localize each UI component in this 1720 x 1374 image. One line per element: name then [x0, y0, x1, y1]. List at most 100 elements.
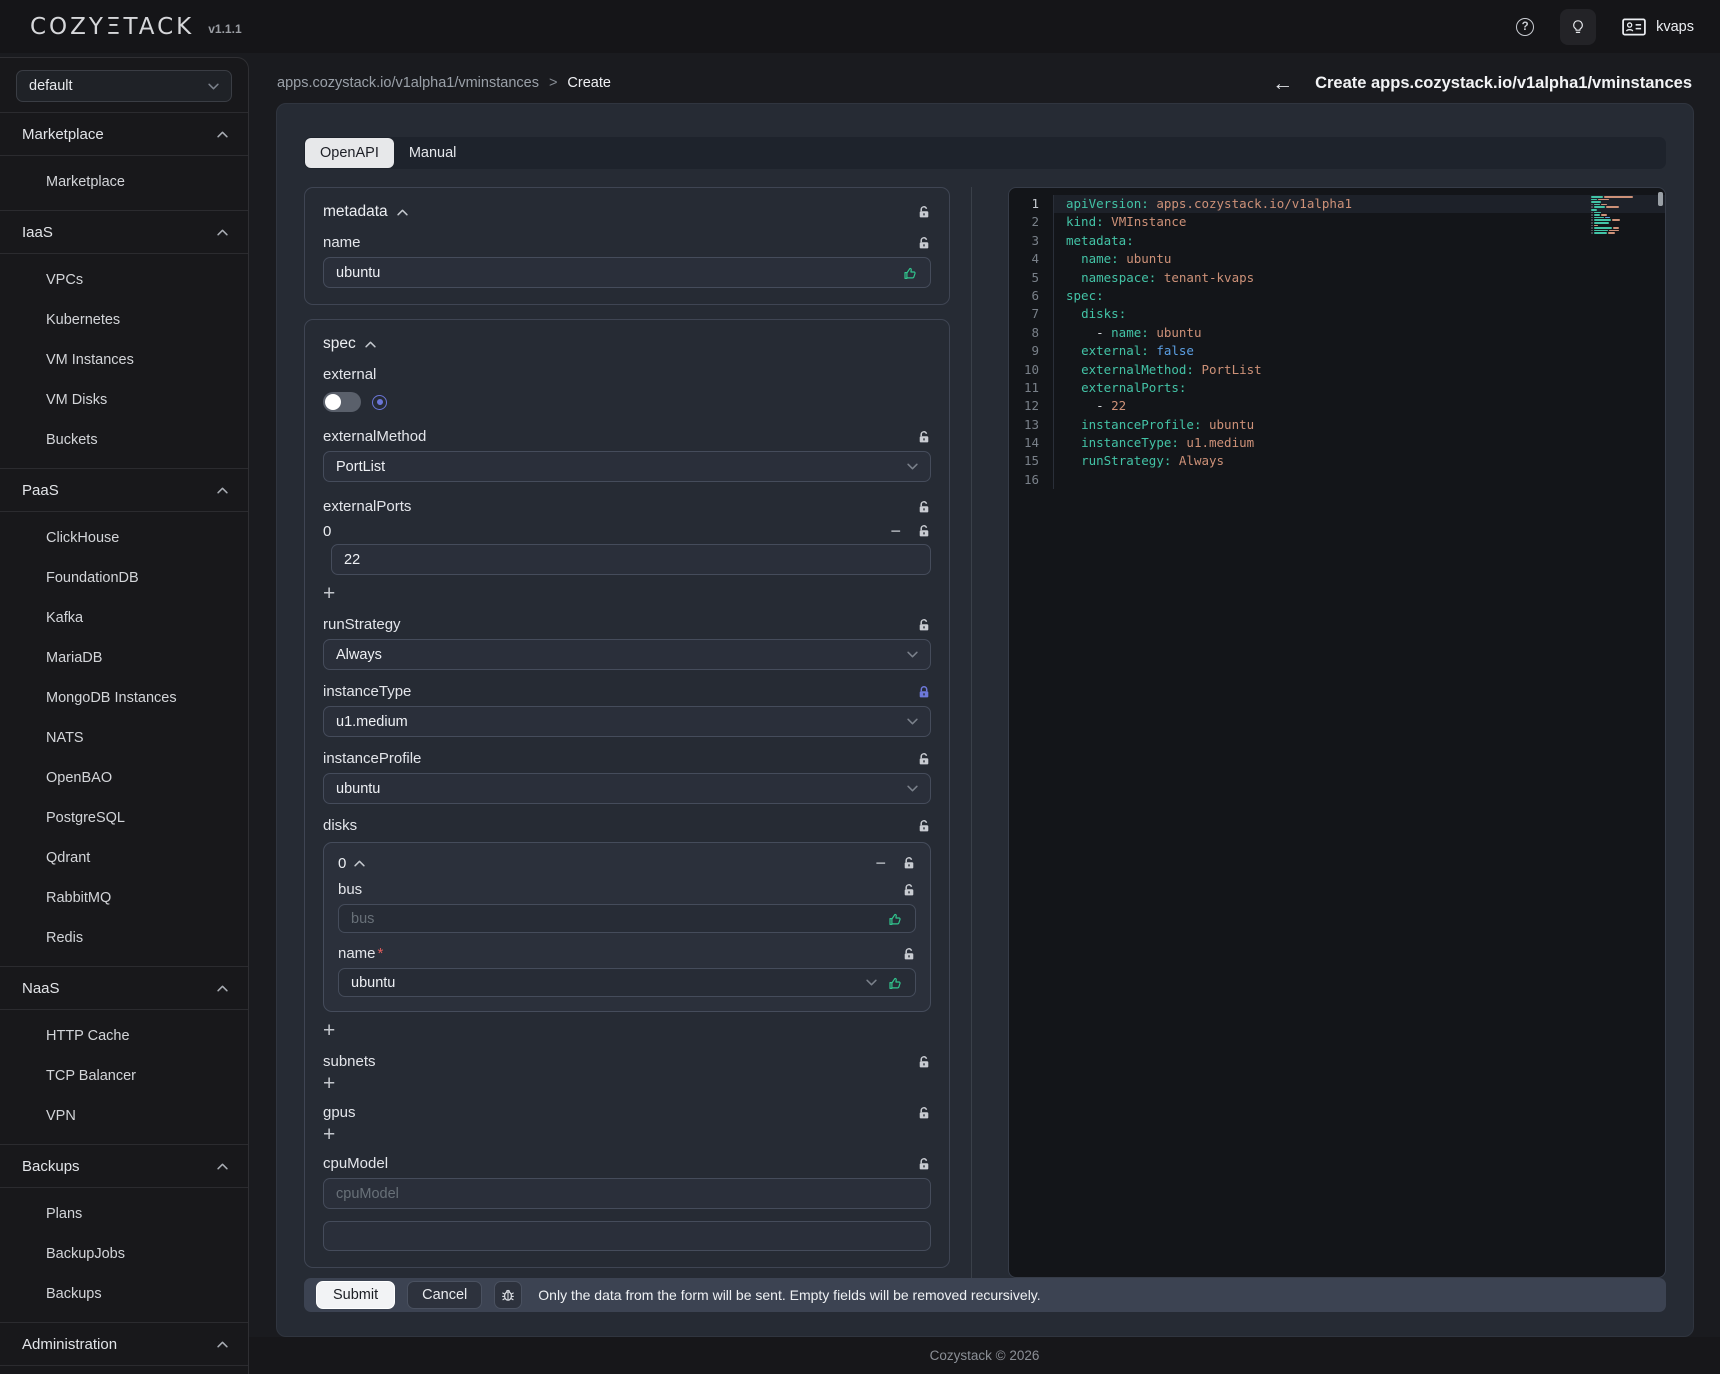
add-disk-button[interactable]: + — [323, 1020, 347, 1041]
sidebar-item[interactable]: MariaDB — [0, 638, 248, 678]
lock-open-icon[interactable] — [917, 500, 931, 514]
sidebar-item[interactable]: FoundationDB — [0, 558, 248, 598]
tab-openapi[interactable]: OpenAPI — [305, 138, 394, 168]
sidebar-item[interactable]: RabbitMQ — [0, 878, 248, 918]
sidebar-item[interactable]: VM Instances — [0, 340, 248, 380]
runStrategy-select[interactable]: Always — [323, 639, 931, 670]
lock-open-icon[interactable] — [917, 236, 931, 250]
sidebar-item[interactable]: BackupJobs — [0, 1234, 248, 1274]
help-button[interactable]: ? — [1516, 18, 1534, 36]
editor-scrollbar-thumb[interactable] — [1658, 192, 1663, 206]
breadcrumb-path-link[interactable]: apps.cozystack.io/v1alpha1/vminstances — [277, 75, 539, 91]
spec-card-header[interactable]: spec — [323, 335, 376, 353]
code-line: 3metadata: — [1009, 232, 1665, 250]
sidebar-section-header[interactable]: Backups — [0, 1144, 248, 1188]
editor-mode-tabs: OpenAPI Manual — [304, 137, 1666, 169]
debug-button[interactable] — [494, 1281, 522, 1309]
chevron-up-icon — [217, 229, 228, 236]
sidebar-item[interactable]: NATS — [0, 718, 248, 758]
sidebar-item[interactable]: VM Disks — [0, 380, 248, 420]
bus-input-wrap — [338, 904, 916, 933]
thumbs-up-icon[interactable] — [902, 265, 918, 281]
namespace-select[interactable]: default — [16, 70, 232, 102]
sidebar-section-header[interactable]: Marketplace — [0, 112, 248, 156]
back-arrow-button[interactable]: ← — [1272, 73, 1293, 94]
name-input-wrap — [323, 257, 931, 288]
disk-name-select[interactable]: ubuntu — [338, 968, 916, 997]
lock-open-icon[interactable] — [917, 1106, 931, 1120]
bus-input[interactable] — [351, 911, 877, 927]
externalMethod-select[interactable]: PortList — [323, 451, 931, 482]
instanceProfile-select[interactable]: ubuntu — [323, 773, 931, 804]
thumbs-up-icon[interactable] — [887, 911, 903, 927]
sidebar-section-title: Administration — [22, 1336, 117, 1353]
lock-open-icon[interactable] — [917, 1157, 931, 1171]
lock-open-icon[interactable] — [902, 883, 916, 897]
sidebar-item[interactable]: VPN — [0, 1096, 248, 1136]
sidebar-section-header[interactable]: IaaS — [0, 210, 248, 254]
add-subnet-button[interactable]: + — [323, 1073, 347, 1094]
sidebar-section-header[interactable]: NaaS — [0, 966, 248, 1010]
user-menu[interactable]: kvaps — [1622, 18, 1694, 36]
sidebar-item[interactable]: Buckets — [0, 420, 248, 460]
cancel-button[interactable]: Cancel — [407, 1281, 482, 1309]
lock-open-icon[interactable] — [917, 430, 931, 444]
next-field-clipped[interactable] — [323, 1221, 931, 1251]
lock-closed-icon[interactable] — [917, 685, 931, 699]
add-gpu-button[interactable]: + — [323, 1124, 347, 1145]
lock-open-icon[interactable] — [917, 819, 931, 833]
sidebar-item[interactable]: TCP Balancer — [0, 1056, 248, 1096]
form-scrollbar[interactable] — [971, 187, 972, 1278]
externalPorts-label: externalPorts — [323, 498, 411, 515]
lock-open-icon[interactable] — [902, 856, 916, 870]
sidebar-item[interactable]: OpenBAO — [0, 758, 248, 798]
name-input[interactable] — [336, 265, 892, 281]
thumbs-up-icon[interactable] — [887, 975, 903, 991]
lock-open-icon[interactable] — [902, 947, 916, 961]
lock-open-icon[interactable] — [917, 618, 931, 632]
remove-port-button[interactable]: − — [890, 522, 901, 540]
chevron-down-icon — [907, 463, 918, 470]
runStrategy-value: Always — [336, 647, 382, 663]
sidebar-item[interactable]: Plans — [0, 1194, 248, 1234]
sidebar-item[interactable]: HTTP Cache — [0, 1016, 248, 1056]
sidebar-item[interactable]: Marketplace — [0, 162, 248, 202]
metadata-title: metadata — [323, 203, 388, 221]
remove-disk-button[interactable]: − — [875, 854, 886, 872]
lock-open-icon[interactable] — [917, 1055, 931, 1069]
breadcrumb-row: apps.cozystack.io/v1alpha1/vminstances >… — [249, 53, 1720, 103]
sidebar-item[interactable]: VPCs — [0, 260, 248, 300]
namespace-select-value: default — [29, 78, 73, 94]
sidebar-item[interactable]: MongoDB Instances — [0, 678, 248, 718]
default-value-indicator-icon[interactable] — [372, 395, 387, 410]
external-toggle[interactable] — [323, 392, 361, 412]
yaml-editor[interactable]: 1apiVersion: apps.cozystack.io/v1alpha12… — [1008, 187, 1666, 1278]
metadata-card-header[interactable]: metadata — [323, 203, 408, 221]
sidebar-item[interactable]: PostgreSQL — [0, 798, 248, 838]
sidebar-item[interactable]: Qdrant — [0, 838, 248, 878]
sidebar-item[interactable]: Kubernetes — [0, 300, 248, 340]
bus-label: bus — [338, 881, 362, 898]
cpuModel-input[interactable] — [336, 1186, 918, 1202]
lock-open-icon[interactable] — [917, 205, 931, 219]
port-input[interactable] — [344, 552, 918, 568]
submit-button[interactable]: Submit — [316, 1281, 395, 1309]
sidebar-section-header[interactable]: PaaS — [0, 468, 248, 512]
lock-open-icon[interactable] — [917, 524, 931, 538]
add-port-button[interactable]: + — [323, 583, 347, 604]
lightbulb-icon — [1570, 19, 1586, 35]
copyright-text: Cozystack © 2026 — [930, 1348, 1040, 1363]
theme-toggle-button[interactable] — [1560, 9, 1596, 45]
code-line: 4 name: ubuntu — [1009, 250, 1665, 268]
sidebar-item[interactable]: ClickHouse — [0, 518, 248, 558]
chevron-up-icon — [217, 1163, 228, 1170]
externalMethod-value: PortList — [336, 459, 385, 475]
sidebar-item[interactable]: Backups — [0, 1274, 248, 1314]
sidebar-item[interactable]: Kafka — [0, 598, 248, 638]
code-line: 5 namespace: tenant-kvaps — [1009, 269, 1665, 287]
sidebar-section-header[interactable]: Administration — [0, 1322, 248, 1366]
tab-manual[interactable]: Manual — [394, 138, 472, 168]
instanceType-select[interactable]: u1.medium — [323, 706, 931, 737]
lock-open-icon[interactable] — [917, 752, 931, 766]
sidebar-item[interactable]: Redis — [0, 918, 248, 958]
